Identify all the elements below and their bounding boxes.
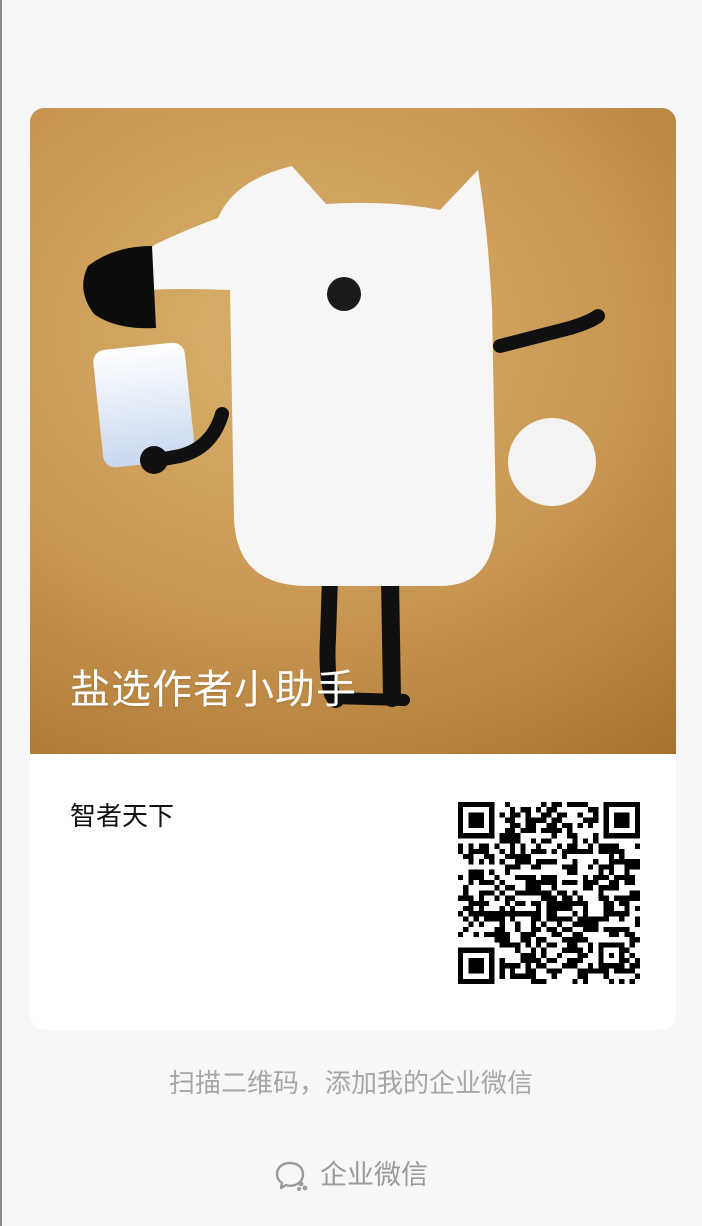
tail xyxy=(508,418,596,506)
qr-code[interactable] xyxy=(458,802,640,984)
contact-name-title: 盐选作者小助手 xyxy=(70,667,357,713)
wecom-chat-icon xyxy=(274,1158,310,1194)
organization-name: 智者天下 xyxy=(70,802,175,832)
avatar-hero-image: 盐选作者小助手 xyxy=(30,108,676,754)
scan-hint-text: 扫描二维码，添加我的企业微信 xyxy=(168,1069,533,1099)
dog-eye xyxy=(327,277,361,311)
dog-nose xyxy=(83,246,156,329)
footer-brand-label: 企业微信 xyxy=(320,1160,428,1191)
dog-mascot-illustration xyxy=(83,166,605,708)
footer-brand: 企业微信 xyxy=(0,1156,702,1196)
left-edge-divider xyxy=(0,0,2,1226)
right-arm xyxy=(493,309,605,353)
left-hand xyxy=(140,446,168,474)
dog-body xyxy=(140,166,496,586)
wecom-contact-card-page: 盐选作者小助手 智者天下 扫描二维码，添加我的企业微信 企业微信 xyxy=(0,0,702,1226)
qr-code-image xyxy=(458,802,640,984)
right-leg xyxy=(381,569,401,707)
contact-card: 盐选作者小助手 智者天下 xyxy=(30,108,676,1030)
